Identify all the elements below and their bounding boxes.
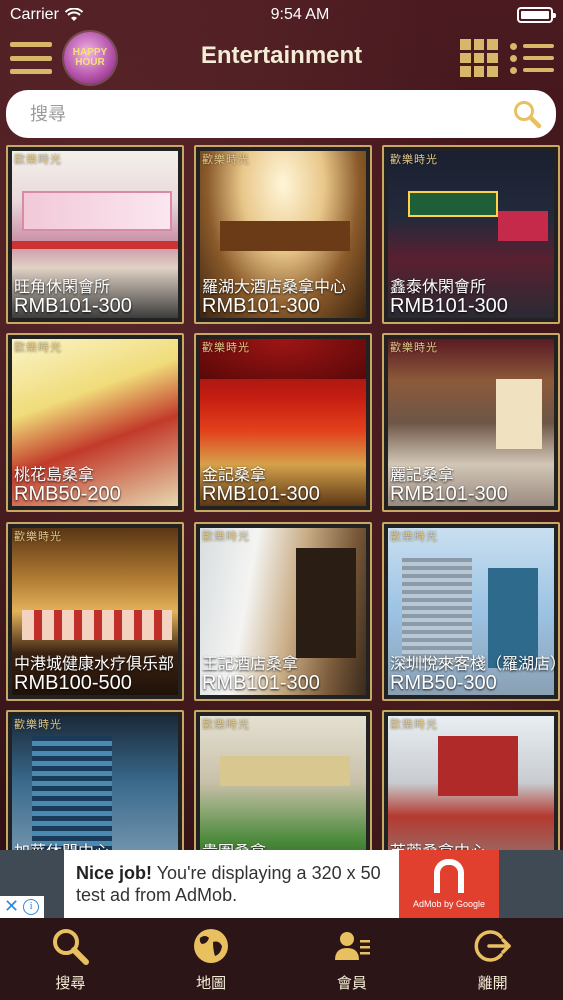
member-icon [334,932,370,960]
watermark: 歡樂時光 [390,153,438,166]
status-left: Carrier [10,6,83,24]
admob-mark-icon [434,859,464,893]
search-bar [6,90,556,138]
listing-price: RMB101-300 [202,672,320,694]
listing-card[interactable]: 歡樂時光 旺角休閑會所 RMB101-300 [6,145,184,324]
listing-card[interactable]: 歡樂時光 鑫泰休閑會所 RMB101-300 [382,145,560,324]
ad-close-icon[interactable]: ✕ [4,898,19,916]
watermark: 歡樂時光 [14,341,62,354]
grid-view-icon[interactable] [460,39,498,77]
logout-icon [474,930,511,962]
listing-card[interactable]: 歡樂時光 加華休閒中心 [6,710,184,850]
listing-name: 深圳悅來客棧（羅湖店） [390,654,556,673]
listing-name: 中港城健康水疗俱乐部 [14,654,175,673]
ad-banner[interactable]: Nice job! You're displaying a 320 x 50 t… [0,850,563,918]
listing-name: 王記酒店桑拿 [202,654,299,673]
battery-fill [521,11,549,19]
watermark: 歡樂時光 [202,341,250,354]
search-input[interactable] [30,103,512,125]
listing-name: 旺角休閑會所 [14,277,111,296]
listing-photo [12,716,178,850]
watermark: 歡樂時光 [14,530,62,543]
listing-price: RMB101-300 [14,295,132,317]
listing-photo [200,716,366,850]
listing-card[interactable]: 歡樂時光 金記桑拿 RMB101-300 [194,333,372,512]
listing-name: 桃花島桑拿 [14,465,95,484]
listing-name: 羅湖大酒店桑拿中心 [202,277,347,296]
watermark: 歡樂時光 [202,153,250,166]
admob-logo: AdMob by Google [399,850,499,918]
tab-map[interactable]: 地圖 [141,918,282,1000]
wifi-icon [64,8,83,21]
nav-bar: HAPPY HOUR Entertainment [0,30,563,86]
listing-name: 貴圍桑拿 [202,838,368,850]
admob-brand: AdMob by Google [412,899,486,909]
listing-name: 加華休閒中心 [14,838,180,850]
ad-controls: ✕ i [0,896,44,918]
listing-price: RMB100-500 [14,672,132,694]
search-icon [53,929,90,965]
watermark: 歡樂時光 [390,341,438,354]
listing-card[interactable]: 歡樂時光 王記酒店桑拿 RMB101-300 [194,522,372,701]
listing-price: RMB50-200 [14,483,121,505]
listing-price: RMB101-300 [390,483,508,505]
listing-price: RMB101-300 [202,295,320,317]
listing-grid: 歡樂時光 旺角休閑會所 RMB101-300 歡樂時光 羅湖大酒店桑拿中心 RM… [6,145,560,850]
listing-name: 麗記桑拿 [390,465,455,484]
watermark: 歡樂時光 [202,718,250,731]
ad-headline: Nice job! [76,863,153,883]
clock: 9:54 AM [270,6,330,23]
listing-name: 芙蓉桑拿中心 [390,838,556,850]
listing-price: RMB101-300 [390,295,508,317]
search-icon[interactable] [512,99,542,129]
tab-label: 會員 [336,974,367,992]
tab-member[interactable]: 會員 [282,918,423,1000]
listing-name: 金記桑拿 [202,465,267,484]
tab-exit[interactable]: 離開 [422,918,563,1000]
watermark: 歡樂時光 [14,153,62,166]
listing-card[interactable]: 歡樂時光 麗記桑拿 RMB101-300 [382,333,560,512]
tab-label: 搜尋 [55,974,86,992]
battery-icon [517,7,556,23]
listing-price: RMB50-300 [390,672,497,694]
tab-label: 地圖 [196,974,227,992]
listing-name: 鑫泰休閑會所 [390,277,487,296]
listing-card[interactable]: 歡樂時光 桃花島桑拿 RMB50-200 [6,333,184,512]
tab-search[interactable]: 搜尋 [0,918,141,1000]
watermark: 歡樂時光 [390,718,438,731]
listing-price: RMB101-300 [202,483,320,505]
listing-card[interactable]: 歡樂時光 芙蓉桑拿中心 [382,710,560,850]
ad-info-icon[interactable]: i [23,899,40,915]
listing-card[interactable]: 歡樂時光 中港城健康水疗俱乐部 RMB100-500 [6,522,184,701]
tab-label: 離開 [477,974,508,992]
listing-card[interactable]: 歡樂時光 羅湖大酒店桑拿中心 RMB101-300 [194,145,372,324]
ad-content[interactable]: Nice job! You're displaying a 320 x 50 t… [64,850,499,918]
tab-bar: 搜尋 地圖 會員 離開 [0,918,563,1000]
list-view-icon[interactable] [510,40,554,76]
status-bar: Carrier 9:54 AM [0,0,563,30]
watermark: 歡樂時光 [390,530,438,543]
listing-card[interactable]: 歡樂時光 貴圍桑拿 [194,710,372,850]
watermark: 歡樂時光 [202,530,250,543]
listing-photo [388,716,554,850]
carrier-label: Carrier [10,6,59,23]
globe-icon [194,929,229,963]
ad-text: Nice job! You're displaying a 320 x 50 t… [64,862,399,906]
listing-card[interactable]: 歡樂時光 深圳悅來客棧（羅湖店） RMB50-300 [382,522,560,701]
watermark: 歡樂時光 [14,718,62,731]
